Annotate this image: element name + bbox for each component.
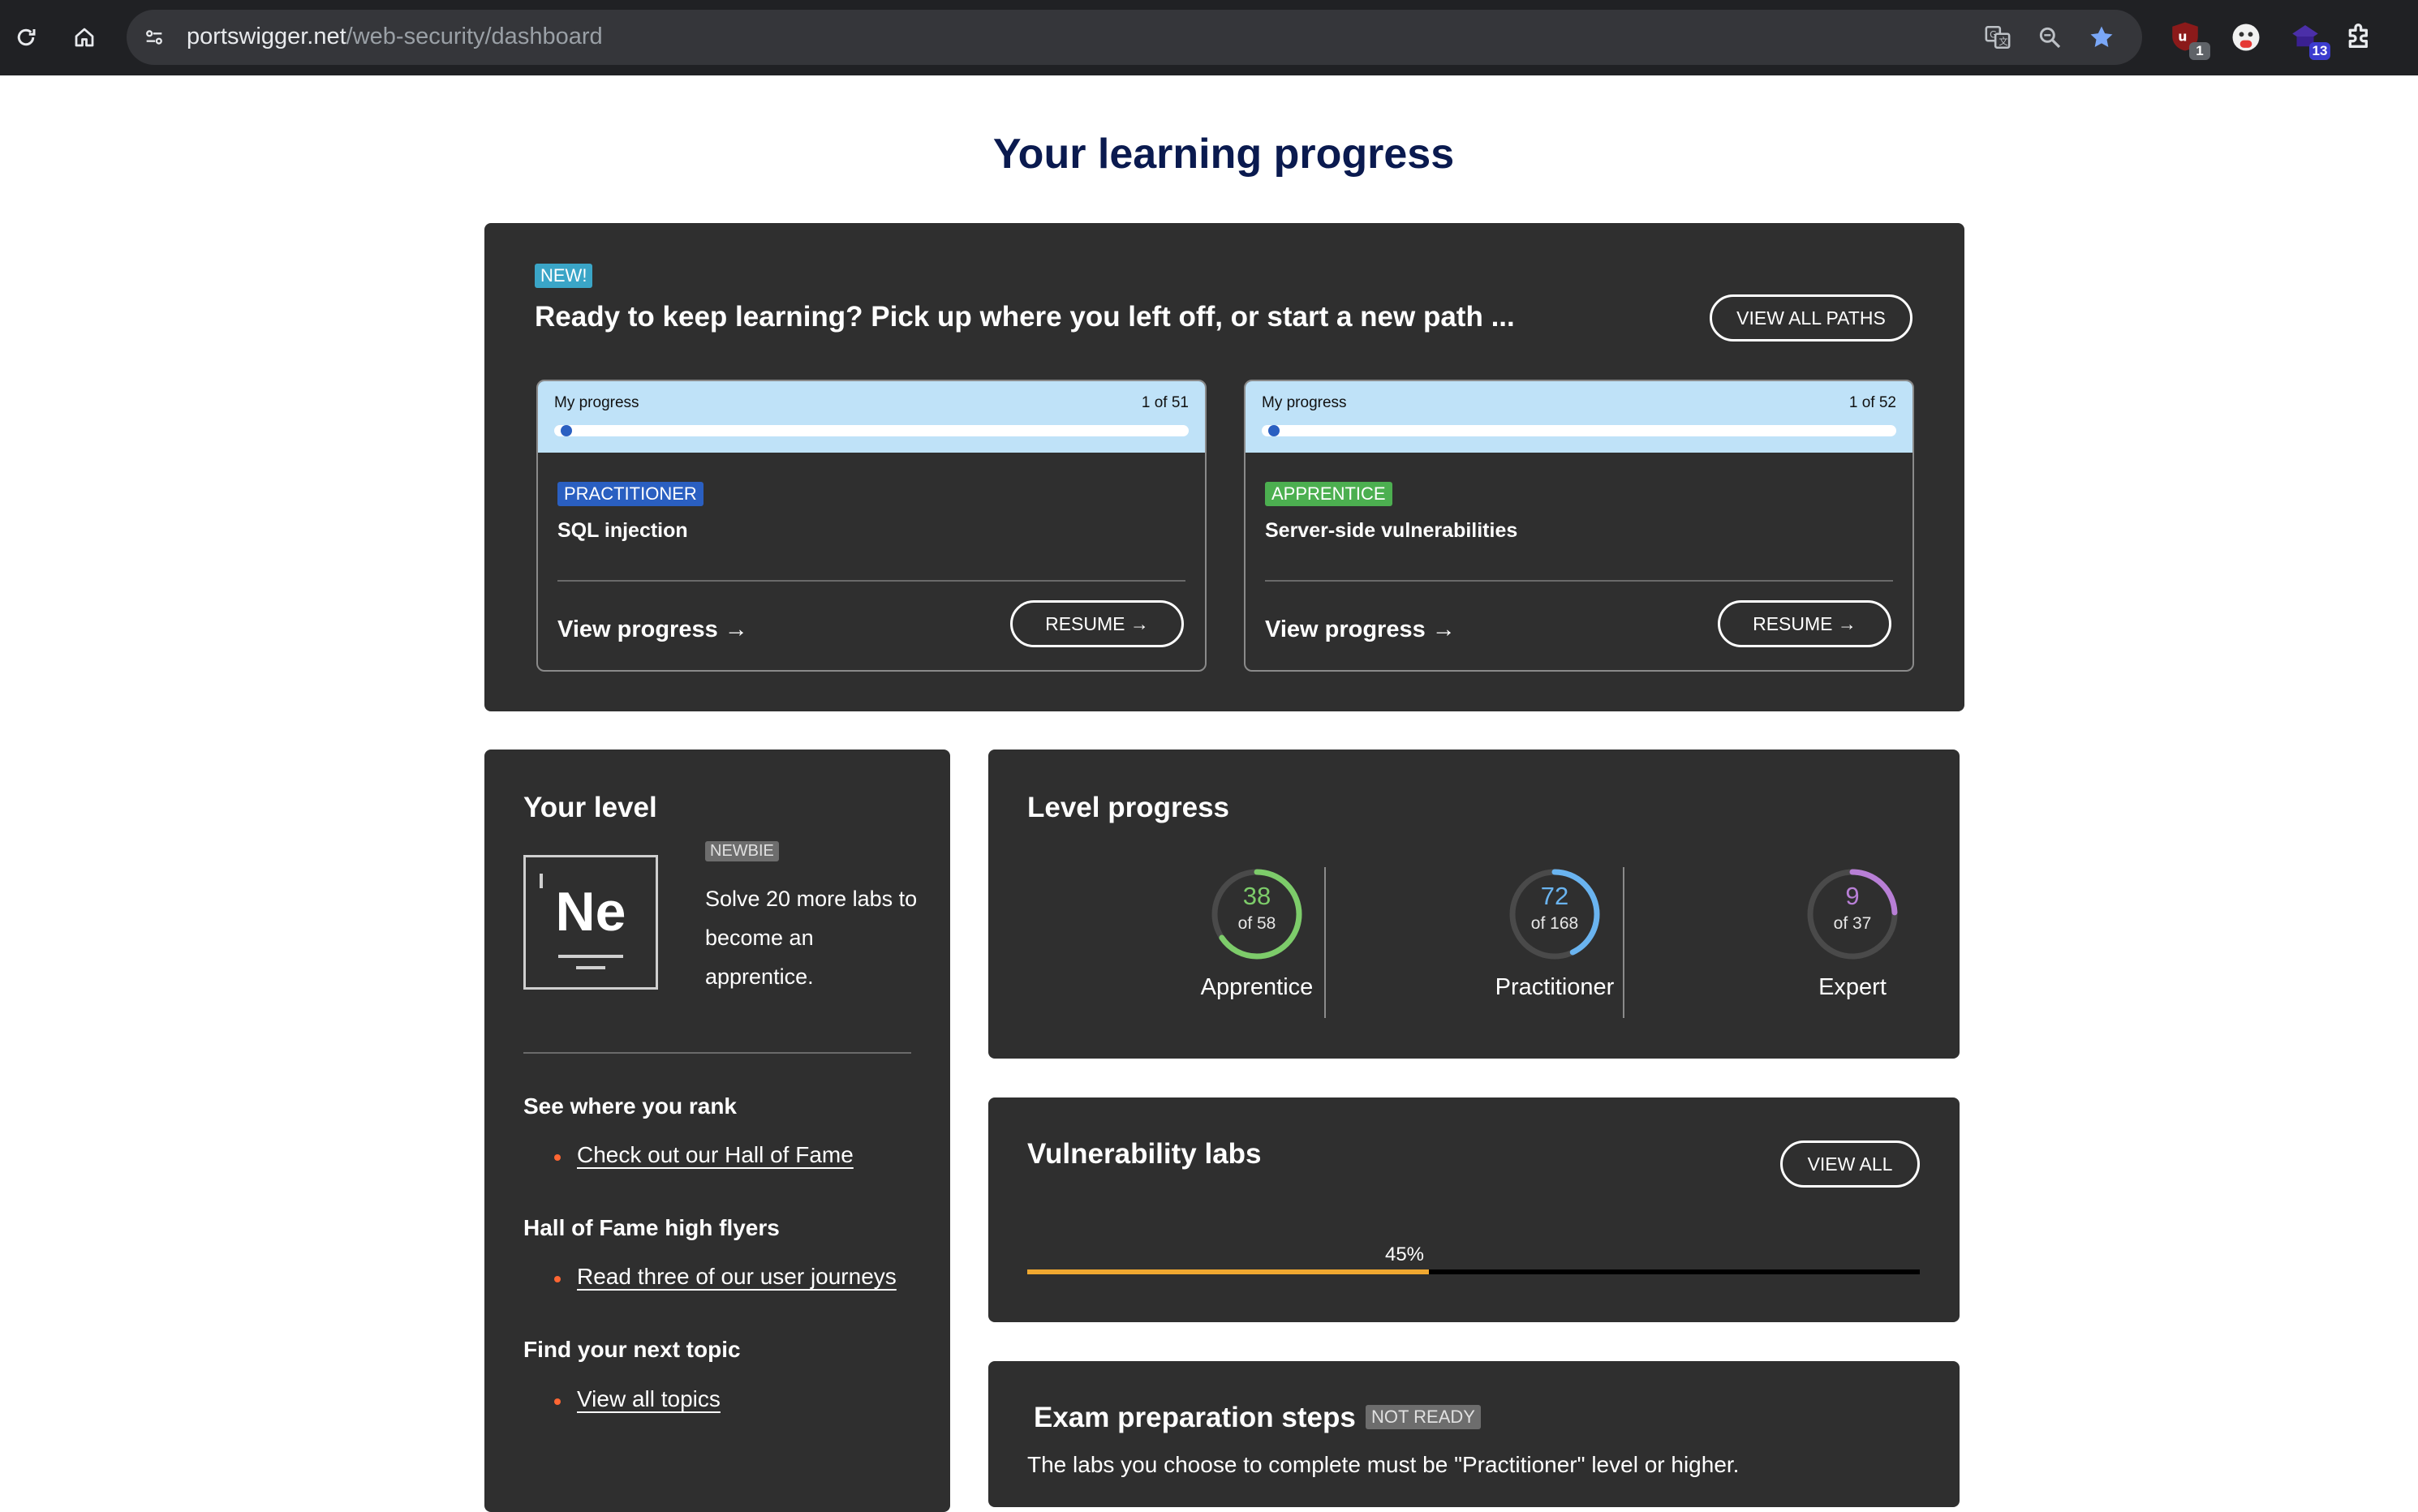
high-flyers-heading: Hall of Fame high flyers: [523, 1215, 780, 1240]
your-level-heading: Your level: [523, 792, 657, 823]
expert-label: Expert: [1818, 974, 1887, 1000]
vulnerability-labs-panel: Vulnerability labs VIEW ALL 45%: [988, 1097, 1960, 1322]
view-all-topics-link[interactable]: View all topics: [577, 1386, 721, 1412]
level-progress-heading: Level progress: [1027, 792, 1229, 823]
path-progress-bar: [554, 425, 1189, 436]
bullet-icon: [554, 1398, 561, 1405]
practitioner-total: of 168: [1530, 914, 1579, 933]
apprentice-tag: APPRENTICE: [1265, 482, 1392, 506]
not-ready-tag: NOT READY: [1366, 1405, 1481, 1429]
apprentice-label: Apprentice: [1200, 974, 1314, 1000]
divider: [1324, 867, 1326, 1018]
vulnerability-labs-heading: Vulnerability labs: [1027, 1138, 1262, 1170]
svg-text:文: 文: [1999, 36, 2007, 47]
page-title: Your learning progress: [992, 131, 1455, 178]
labs-progress-fill: [1027, 1269, 1429, 1274]
browser-toolbar: portswigger.net/web-security/dashboard G…: [0, 0, 2418, 75]
home-icon[interactable]: [63, 16, 105, 58]
expert-total: of 37: [1833, 914, 1872, 933]
path-card-server-side-vulnerabilities[interactable]: My progress 1 of 52 APPRENTICE Server-si…: [1244, 380, 1914, 672]
translate-icon[interactable]: G文: [1981, 21, 2014, 54]
extensions-puzzle-icon[interactable]: [2343, 19, 2381, 57]
purple-extension-badge: 13: [2309, 42, 2330, 60]
labs-percent-label: 45%: [1384, 1244, 1425, 1265]
my-progress-label: My progress: [1262, 394, 1347, 411]
apprentice-total: of 58: [1237, 914, 1276, 933]
ublock-extension-icon[interactable]: u 1: [2168, 19, 2210, 60]
view-all-labs-button[interactable]: VIEW ALL: [1780, 1140, 1920, 1188]
path-card-sql-injection[interactable]: My progress 1 of 51 PRACTITIONER SQL inj…: [536, 380, 1207, 672]
level-element-badge: Ne: [523, 855, 658, 990]
your-level-panel: Your level Ne NEWBIE Solve 20 more labs …: [484, 750, 950, 1512]
path-name: Server-side vulnerabilities: [1265, 519, 1518, 542]
zoom-icon[interactable]: [2033, 21, 2066, 54]
view-progress-link[interactable]: View progress →: [557, 616, 748, 643]
next-topic-heading: Find your next topic: [523, 1337, 741, 1362]
view-progress-link[interactable]: View progress →: [1265, 616, 1456, 643]
divider: [523, 1052, 911, 1054]
svg-text:G: G: [1990, 29, 1997, 41]
bullet-icon: [554, 1154, 561, 1161]
path-progress-count: 1 of 52: [1848, 394, 1896, 411]
resume-button[interactable]: RESUME →: [1010, 600, 1184, 647]
newbie-tag: NEWBIE: [705, 841, 779, 861]
url-text[interactable]: portswigger.net/web-security/dashboard: [187, 24, 603, 50]
divider: [1265, 580, 1893, 582]
purple-extension-icon[interactable]: 13: [2288, 19, 2330, 60]
exam-description: The labs you choose to complete must be …: [1027, 1452, 1740, 1477]
url-host: portswigger.net: [187, 24, 346, 49]
path-progress-bar: [1262, 425, 1896, 436]
divider: [557, 580, 1185, 582]
path-progress-header: My progress 1 of 51: [538, 381, 1205, 453]
expert-count: 9: [1845, 882, 1860, 910]
practitioner-tag: PRACTITIONER: [557, 482, 703, 506]
practitioner-count: 72: [1540, 882, 1569, 910]
resume-button[interactable]: RESUME →: [1718, 600, 1891, 647]
learning-paths-panel: NEW! Ready to keep learning? Pick up whe…: [484, 223, 1964, 711]
learning-paths-heading: Ready to keep learning? Pick up where yo…: [535, 301, 1515, 333]
view-all-paths-button[interactable]: VIEW ALL PATHS: [1710, 294, 1912, 341]
reader-extension-icon[interactable]: [2228, 19, 2265, 57]
bookmark-star-icon[interactable]: [2085, 21, 2118, 54]
rank-heading: See where you rank: [523, 1093, 738, 1119]
path-progress-marker: [1267, 425, 1280, 436]
url-path: /web-security/dashboard: [346, 24, 603, 49]
level-progress-panel: Level progress 38 of 58 Apprentice 72 of…: [988, 750, 1960, 1059]
reload-icon[interactable]: [5, 16, 47, 58]
path-name: SQL injection: [557, 519, 688, 542]
svg-text:u: u: [2178, 28, 2187, 44]
path-progress-header: My progress 1 of 52: [1246, 381, 1912, 453]
apprentice-count: 38: [1242, 882, 1271, 910]
hall-of-fame-link[interactable]: Check out our Hall of Fame: [577, 1142, 854, 1168]
new-tag: NEW!: [535, 264, 593, 288]
practitioner-label: Practitioner: [1495, 974, 1615, 1000]
user-journeys-link[interactable]: Read three of our user journeys: [577, 1264, 897, 1290]
level-symbol: Ne: [555, 881, 626, 943]
practitioner-progress: 72 of 168 Practitioner: [1469, 867, 1640, 1001]
level-description: Solve 20 more labs to become an apprenti…: [705, 887, 918, 989]
expert-progress: 9 of 37 Expert: [1767, 867, 1938, 1001]
ublock-badge: 1: [2189, 42, 2210, 60]
exam-preparation-heading: Exam preparation steps: [1034, 1402, 1356, 1433]
path-progress-marker: [561, 425, 573, 436]
address-bar[interactable]: portswigger.net/web-security/dashboard G…: [127, 10, 2142, 65]
apprentice-progress: 38 of 58 Apprentice: [1172, 867, 1342, 1001]
bullet-icon: [554, 1276, 561, 1282]
exam-preparation-panel: Exam preparation steps NOT READY The lab…: [988, 1361, 1960, 1507]
site-settings-icon[interactable]: [138, 21, 170, 54]
labs-progress-bar: [1027, 1269, 1920, 1274]
divider: [1623, 867, 1624, 1018]
path-progress-count: 1 of 51: [1141, 394, 1189, 411]
my-progress-label: My progress: [554, 394, 639, 411]
